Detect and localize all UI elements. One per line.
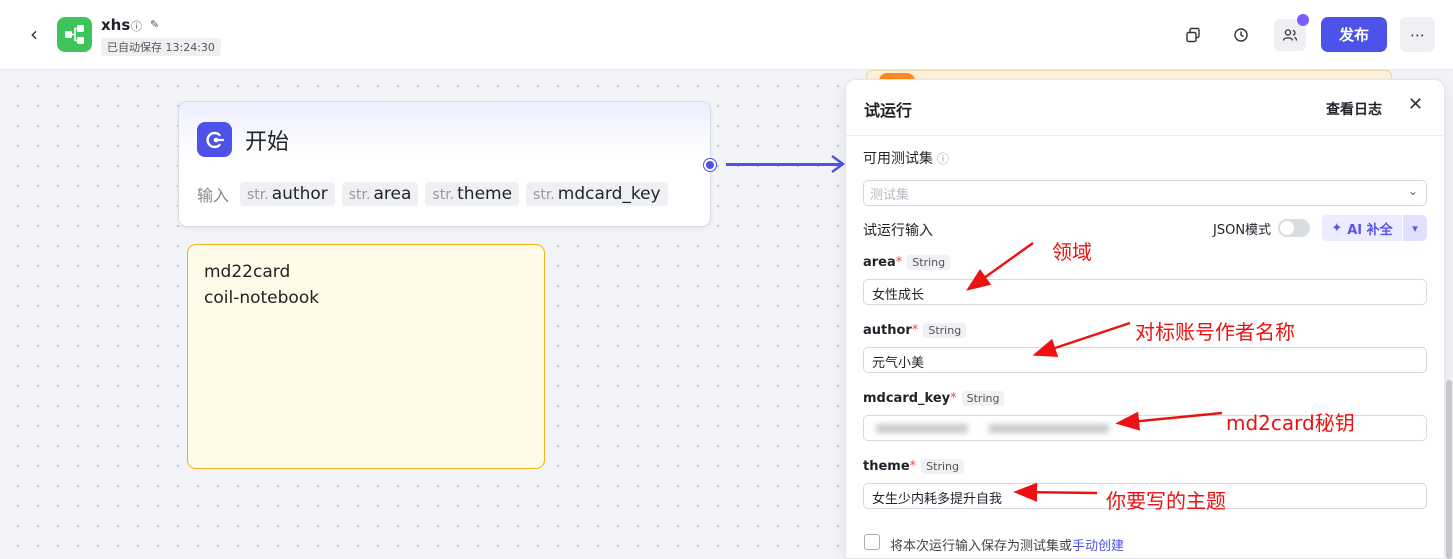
ai-fill-button[interactable]: ✦ AI 补全 (1322, 215, 1402, 241)
sticky-note[interactable]: md22card coil-notebook (187, 244, 545, 469)
field-label-mdcard-key: mdcard_key* String (863, 391, 1005, 406)
inputs-label: 输入 (197, 186, 230, 205)
field-label-area: area* String (863, 255, 951, 270)
workflow-icon (57, 17, 92, 52)
json-mode-toggle[interactable] (1278, 219, 1310, 237)
autosave-status: 已自动保存 13:24:30 (101, 38, 221, 56)
edit-icon[interactable]: ✎ (150, 18, 159, 31)
note-line: coil-notebook (204, 288, 320, 308)
note-line: md22card (204, 262, 291, 282)
view-log-button[interactable]: 查看日志 (1326, 99, 1382, 119)
chevron-down-icon: ⌄ (1407, 184, 1418, 198)
start-node[interactable]: 开始 输入 str. author str. area str. theme str.… (178, 101, 711, 227)
field-label-theme: theme* String (863, 459, 964, 474)
input-chip-area: str. area (341, 182, 419, 206)
copy-icon[interactable] (1177, 19, 1209, 51)
field-label-author: author* String (863, 323, 967, 338)
start-icon (197, 122, 232, 157)
edge-arrow-icon (831, 155, 846, 173)
connection-edge[interactable] (726, 163, 843, 166)
input-chip-theme: str. theme (425, 182, 520, 206)
close-icon[interactable]: ✕ (1408, 94, 1423, 115)
panel-header: 试运行 查看日志 ✕ (846, 80, 1446, 136)
testset-label: 可用测试集 ⓘ (863, 151, 950, 167)
save-testset-checkbox[interactable] (864, 534, 880, 550)
panel-title: 试运行 (864, 101, 913, 120)
history-icon[interactable] (1225, 19, 1257, 51)
sparkle-icon: ✦ (1331, 220, 1343, 236)
input-chip-author: str. author (240, 182, 335, 206)
ai-fill-dropdown[interactable]: ▾ (1403, 215, 1427, 241)
info-icon[interactable]: ⓘ (131, 18, 142, 34)
input-chip-mdcard-key: str. mdcard_key (526, 182, 668, 206)
top-bar: ‹ xhs ⓘ ✎ 已自动保存 13:24:30 发布 ⋯ (0, 0, 1453, 70)
redacted-text (989, 424, 1109, 433)
annotation-mdcard-key: md2card秘钥 (1226, 411, 1355, 435)
testset-select[interactable]: 测试集 ⌄ (863, 180, 1427, 206)
area-input[interactable]: 女性成长 (863, 279, 1427, 305)
annotation-theme: 你要写的主题 (1106, 489, 1226, 513)
premium-badge-icon (1297, 14, 1309, 26)
start-node-inputs: 输入 str. author str. area str. theme str. mdc… (197, 182, 668, 206)
run-input-label: 试运行输入 (863, 223, 933, 239)
info-icon[interactable]: ⓘ (937, 152, 949, 166)
manual-create-link[interactable]: 手动创建 (1072, 539, 1124, 554)
chevron-left-icon[interactable]: ‹ (24, 24, 44, 44)
save-testset-text: 将本次运行输入保存为测试集或手动创建 (890, 539, 1125, 554)
annotation-author: 对标账号作者名称 (1135, 320, 1295, 344)
json-mode-label: JSON模式 (1213, 223, 1272, 238)
start-node-title: 开始 (245, 130, 290, 155)
more-icon[interactable]: ⋯ (1400, 17, 1435, 52)
author-input[interactable]: 元气小美 (863, 347, 1427, 373)
panel-scrollbar[interactable] (1446, 380, 1452, 559)
redacted-text (876, 424, 968, 433)
annotation-area: 领域 (1052, 240, 1092, 264)
app-title: xhs (101, 16, 131, 34)
output-port[interactable] (704, 159, 716, 171)
publish-button[interactable]: 发布 (1321, 17, 1387, 52)
